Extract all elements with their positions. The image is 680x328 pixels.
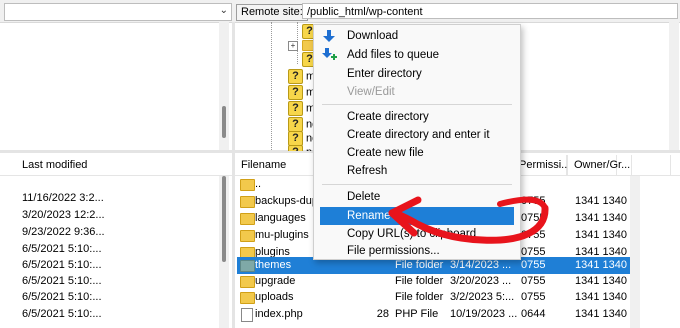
column-header-owner[interactable]: Owner/Gr...: [570, 155, 632, 175]
row-permissions: 0755: [521, 229, 546, 241]
folder-icon: [240, 213, 255, 225]
local-row-date[interactable]: 6/5/2021 5:10:...: [22, 241, 102, 258]
local-site-path-combo[interactable]: ⌄: [4, 3, 232, 21]
row-owner: 1341 1340: [575, 291, 627, 303]
folder-icon: [240, 276, 255, 288]
row-modified: 3/2/2023 5:...: [450, 291, 515, 303]
scrollbar-thumb[interactable]: [222, 176, 226, 262]
folder-icon: [240, 260, 255, 272]
local-row-date[interactable]: 6/5/2021 5:10:...: [22, 273, 102, 290]
row-modified: 10/19/2023 ...: [450, 308, 518, 320]
menu-item-create-directory-enter[interactable]: Create directory and enter it: [314, 126, 520, 144]
row-filename: upgrade: [255, 275, 296, 287]
local-row-date[interactable]: 3/20/2023 12:2...: [22, 207, 105, 224]
menu-item-copy-url[interactable]: Copy URL(s) to clipboard: [314, 225, 520, 243]
local-list-scrollbar[interactable]: [219, 176, 229, 328]
folder-icon: [240, 196, 255, 208]
remote-site-path-input[interactable]: /public_html/wp-content: [302, 3, 678, 19]
row-filename: languages: [255, 212, 306, 224]
unknown-folder-icon: ?: [288, 101, 303, 116]
row-filename: index.php: [255, 308, 303, 320]
row-owner: 1341 1340: [575, 212, 627, 224]
remote-list-scrollbar[interactable]: [630, 176, 640, 328]
menu-item-enter-directory[interactable]: Enter directory: [314, 65, 520, 83]
tree-guide-line: [271, 22, 272, 150]
column-header-last-modified[interactable]: Last modified: [18, 155, 232, 175]
menu-item-delete[interactable]: Delete: [314, 188, 520, 206]
row-type: File folder: [395, 291, 444, 303]
local-row-date[interactable]: 11/16/2022 3:2...: [22, 190, 104, 207]
file-icon: [241, 308, 253, 322]
menu-item-refresh[interactable]: Refresh: [314, 162, 520, 180]
menu-separator: [322, 104, 512, 105]
row-filename: mu-plugins: [255, 229, 309, 241]
row-type: File folder: [395, 275, 444, 287]
row-owner: 1341 1340: [575, 275, 627, 287]
menu-item-add-to-queue[interactable]: Add files to queue: [314, 46, 520, 64]
unknown-folder-icon: ?: [288, 145, 303, 151]
unknown-folder-icon: ?: [288, 117, 303, 132]
row-filename: uploads: [255, 291, 294, 303]
row-permissions: 0644: [521, 308, 546, 320]
menu-item-download[interactable]: Download: [314, 27, 520, 45]
local-list-header: Last modified: [0, 155, 232, 176]
menu-separator: [322, 184, 512, 185]
remote-site-label: Remote site:: [236, 4, 308, 21]
row-owner: 1341 1340: [575, 195, 627, 207]
row-size: 28: [376, 308, 389, 320]
menu-item-file-permissions[interactable]: File permissions...: [314, 242, 520, 260]
unknown-folder-icon: ?: [288, 131, 303, 146]
folder-icon: [240, 292, 255, 304]
expand-icon[interactable]: +: [288, 41, 298, 51]
folder-icon: [240, 179, 255, 191]
column-header-permissions[interactable]: Permissi...: [515, 155, 568, 175]
row-permissions: 0755: [521, 259, 546, 271]
row-modified: 3/20/2023 ...: [450, 275, 512, 287]
menu-item-rename[interactable]: Rename: [320, 207, 514, 225]
download-arrow-icon: [323, 30, 335, 42]
row-permissions: 0755: [521, 291, 546, 303]
scrollbar-thumb[interactable]: [222, 106, 226, 138]
chevron-down-icon[interactable]: ⌄: [220, 5, 228, 16]
table-row[interactable]: upgrade File folder 3/20/2023 ... 0755 1…: [237, 273, 630, 290]
local-row-date[interactable]: 9/23/2022 9:36...: [22, 224, 105, 241]
row-owner: 1341 1340: [575, 308, 627, 320]
local-row-date[interactable]: 6/5/2021 5:10:...: [22, 289, 102, 306]
row-permissions: 0755: [521, 212, 546, 224]
row-owner: 1341 1340: [575, 259, 627, 271]
table-row[interactable]: uploads File folder 3/2/2023 5:... 0755 …: [237, 289, 630, 306]
folder-icon: [240, 230, 255, 242]
local-tree-scrollbar[interactable]: [219, 22, 229, 150]
row-owner: 1341 1340: [575, 229, 627, 241]
row-filename: backups-dup: [255, 195, 315, 207]
unknown-folder-icon: ?: [288, 85, 303, 100]
unknown-folder-icon: ?: [288, 69, 303, 84]
row-permissions: 0755: [521, 275, 546, 287]
remote-tree-scrollbar[interactable]: [669, 22, 679, 150]
add-to-queue-icon: [322, 48, 337, 60]
menu-item-view-edit: View/Edit: [347, 86, 395, 98]
local-row-date[interactable]: 6/5/2021 5:10:...: [22, 257, 102, 274]
menu-item-create-directory[interactable]: Create directory: [314, 108, 520, 126]
context-menu: Download Add files to queue Enter direct…: [313, 24, 521, 260]
local-row-date[interactable]: 6/5/2021 5:10:...: [22, 306, 102, 323]
row-permissions: 0755: [521, 195, 546, 207]
row-type: PHP File: [395, 308, 439, 320]
menu-item-create-new-file[interactable]: Create new file: [314, 144, 520, 162]
table-row[interactable]: index.php 28 PHP File 10/19/2023 ... 064…: [237, 306, 630, 323]
